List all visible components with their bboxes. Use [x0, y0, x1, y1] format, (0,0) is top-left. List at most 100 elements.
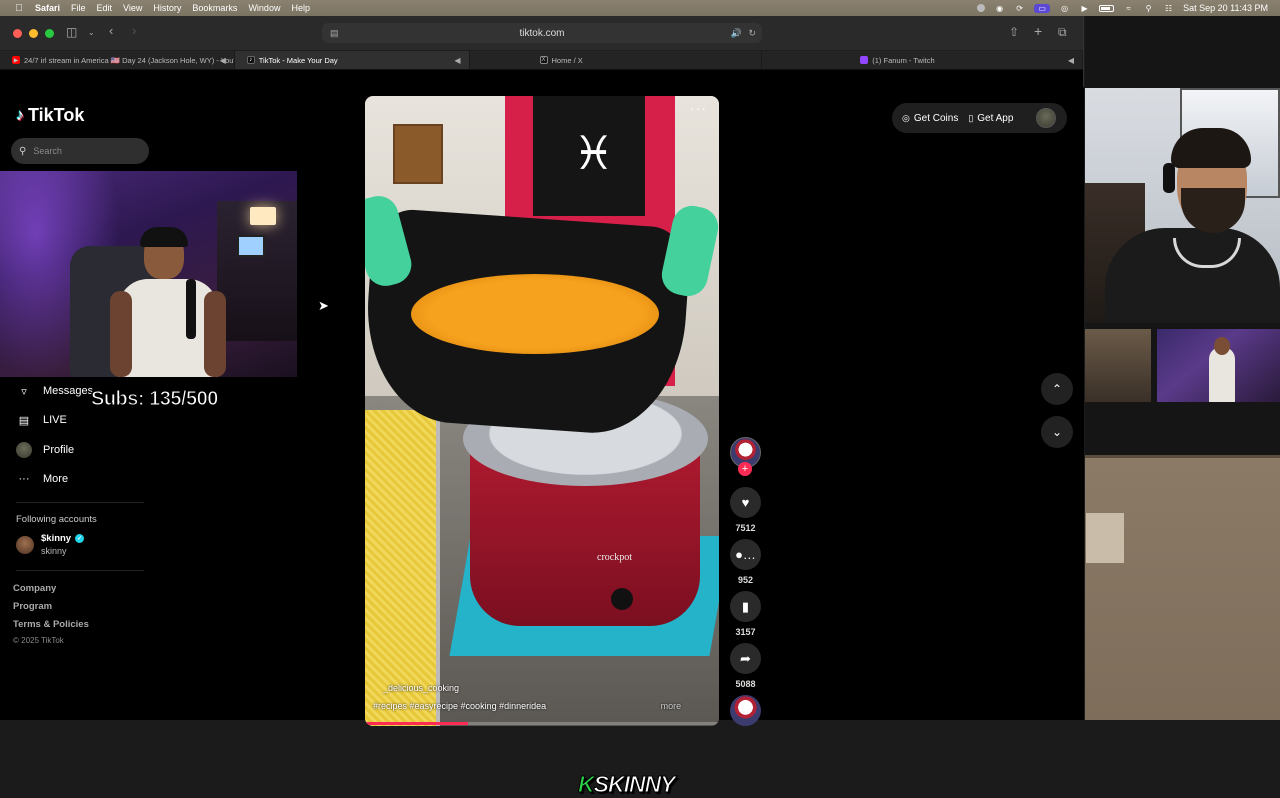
share-button[interactable]: ⇧ — [1009, 25, 1019, 39]
apple-menu-icon[interactable]:  — [12, 3, 26, 14]
menu-bookmarks[interactable]: Bookmarks — [192, 3, 237, 13]
tab-label: TikTok - Make Your Day — [258, 55, 338, 65]
previous-video-button[interactable]: ⌃ — [1041, 373, 1073, 405]
back-button[interactable]: ‹ — [109, 23, 113, 38]
get-coins-button[interactable]: ◎ Get Coins — [902, 113, 958, 124]
screen-mirroring-icon[interactable]: ▭ — [1034, 3, 1051, 13]
menu-app-name[interactable]: Safari — [35, 3, 60, 13]
url-text[interactable]: tiktok.com — [519, 28, 564, 39]
next-video-button[interactable]: ⌄ — [1041, 416, 1073, 448]
youtube-favicon-icon: ▶ — [12, 56, 20, 64]
airplay-icon[interactable]: ◎ — [1059, 4, 1070, 13]
menu-view[interactable]: View — [123, 3, 142, 13]
video-progress-bar[interactable] — [365, 722, 719, 725]
speaker-icon[interactable]: ◀ — [220, 56, 226, 65]
bookmark-icon: ▮ — [741, 598, 750, 614]
pisces-logo-icon: ♓ — [573, 126, 615, 180]
tab-tiktok[interactable]: ♪ TikTok - Make Your Day ◀ — [234, 51, 470, 69]
minimize-window-button[interactable] — [29, 29, 38, 38]
chevron-down-icon: ⌄ — [1051, 425, 1063, 439]
control-center-icon[interactable]: ☷ — [1163, 4, 1174, 13]
menubar-clock[interactable]: Sat Sep 20 11:43 PM — [1183, 3, 1268, 13]
more-link[interactable]: more — [661, 701, 682, 711]
top-right-actions: ◎ Get Coins ▯ Get App — [892, 103, 1067, 133]
search-input[interactable]: ⚲ Search — [11, 138, 149, 164]
wifi-icon[interactable]: ≈ — [1123, 4, 1134, 13]
avatar — [16, 442, 32, 458]
bookmark-count: 3157 — [735, 627, 756, 637]
nav-more[interactable]: ··· More — [16, 468, 146, 490]
sidebar-toggle-icon[interactable]: ◫ — [66, 25, 77, 39]
comment-button[interactable]: ●… — [730, 539, 761, 570]
skinny-watermark: KSKINNY — [578, 771, 677, 798]
nav-profile[interactable]: Profile — [16, 439, 146, 461]
forward-button[interactable]: › — [132, 23, 136, 38]
tiktok-logo[interactable]: ♪ TikTok — [16, 105, 84, 126]
comment-count: 952 — [737, 575, 754, 585]
follow-plus-icon[interactable]: + — [738, 462, 752, 476]
search-icon: ⚲ — [19, 145, 27, 157]
avatar — [16, 535, 34, 554]
zoom-window-button[interactable] — [45, 29, 54, 38]
chevron-down-icon[interactable]: ⌄ — [88, 28, 95, 37]
twitch-favicon-icon — [860, 56, 869, 64]
tab-x[interactable]: X Home / X — [470, 51, 763, 69]
nav-label: LIVE — [43, 414, 67, 426]
tiktok-page: ♪ TikTok ⚲ Search ▿ Messages ▤ LIVE Prof… — [0, 87, 1084, 798]
account-name: $kinny — [41, 533, 72, 544]
bookmark-button[interactable]: ▮ — [730, 591, 761, 622]
nav-live[interactable]: ▤ LIVE — [16, 409, 146, 431]
share-count: 5088 — [735, 679, 756, 689]
safari-window: ◫ ⌄ ‹ › ▤ tiktok.com 🔊 ↻ ⇧ + ⧉ ▶ 24/7 ir… — [0, 16, 1084, 798]
menu-help[interactable]: Help — [291, 3, 310, 13]
tab-twitch[interactable]: (1) Fanum - Twitch ◀ — [762, 51, 1083, 69]
footer-link-program[interactable]: Program — [13, 601, 52, 612]
tab-audio-icon[interactable]: 🔊 — [731, 28, 742, 39]
speaker-icon[interactable]: ◀ — [1068, 56, 1074, 65]
appliance-brand-label: crockpot — [597, 552, 632, 563]
share-button[interactable]: ➦ — [730, 643, 761, 674]
tab-label: (1) Fanum - Twitch — [872, 55, 935, 65]
tab-label: 24/7 irl stream in America 🇺🇸 Day 24 (Ja… — [24, 55, 235, 65]
room-wall-background — [1085, 455, 1280, 720]
address-bar[interactable]: ▤ tiktok.com 🔊 ↻ — [322, 23, 762, 43]
menu-file[interactable]: File — [71, 3, 86, 13]
footer-link-company[interactable]: Company — [13, 583, 56, 594]
tab-overview-button[interactable]: ⧉ — [1058, 25, 1067, 40]
video-hashtags: #recipes #easyrecipe #cooking #dinneride… — [373, 701, 681, 711]
page-settings-icon[interactable]: ▤ — [330, 28, 339, 39]
profile-avatar[interactable] — [1036, 108, 1056, 128]
following-account-item[interactable]: $kinny ✓ skinny — [16, 533, 85, 556]
menu-window[interactable]: Window — [248, 3, 280, 13]
mouse-cursor-icon: ➤ — [318, 298, 329, 313]
play-status-icon[interactable]: ▶ — [1079, 4, 1090, 13]
speaker-icon[interactable]: ◀ — [454, 56, 460, 65]
chevron-up-icon: ⌃ — [1051, 382, 1063, 396]
video-player[interactable]: ♓ crockpot ··· _delicious_cooking #recip… — [365, 96, 719, 726]
account-handle: skinny — [41, 546, 67, 556]
tab-youtube[interactable]: ▶ 24/7 irl stream in America 🇺🇸 Day 24 (… — [0, 51, 235, 69]
new-tab-button[interactable]: + — [1034, 23, 1042, 39]
battery-icon[interactable] — [1099, 4, 1115, 12]
reload-icon[interactable]: ↻ — [748, 28, 756, 39]
phone-icon: ▯ — [968, 112, 974, 123]
menu-history[interactable]: History — [153, 3, 181, 13]
hashtags-text[interactable]: #recipes #easyrecipe #cooking #dinneride… — [373, 701, 546, 711]
x-favicon-icon: X — [539, 56, 548, 64]
sync-status-icon[interactable]: ⟳ — [1014, 4, 1025, 13]
search-placeholder: Search — [33, 146, 62, 156]
shield-status-icon[interactable]: ◉ — [994, 4, 1005, 13]
stream-thumbnail — [1157, 329, 1280, 402]
video-options-icon[interactable]: ··· — [690, 100, 707, 116]
get-app-button[interactable]: ▯ Get App — [968, 113, 1013, 124]
streamer-webcam — [0, 171, 297, 377]
status-dot-icon[interactable] — [977, 4, 986, 12]
like-button[interactable]: ♥ — [730, 487, 761, 518]
video-author[interactable]: _delicious_cooking — [383, 683, 459, 693]
close-window-button[interactable] — [13, 29, 22, 38]
sound-avatar[interactable] — [730, 695, 761, 726]
spotlight-search-icon[interactable]: ⚲ — [1143, 4, 1154, 13]
menu-edit[interactable]: Edit — [97, 3, 113, 13]
footer-link-terms[interactable]: Terms & Policies — [13, 619, 89, 630]
subs-counter-overlay: Subs: 135/500 — [91, 388, 219, 411]
